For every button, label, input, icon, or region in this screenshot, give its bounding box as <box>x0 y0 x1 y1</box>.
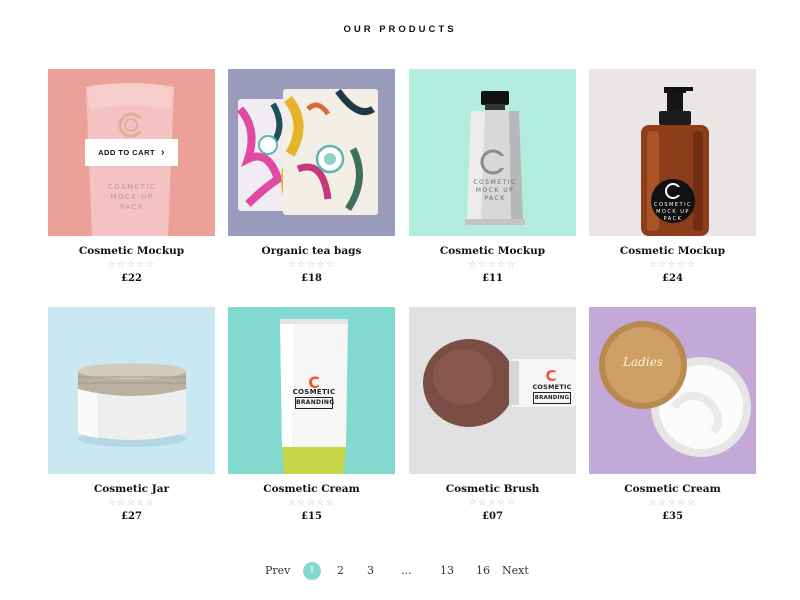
product-label-text: COSMETIC <box>532 383 572 391</box>
product-label-text: Ladies <box>623 355 663 369</box>
product-rating: ☆☆☆☆☆ <box>648 498 697 508</box>
product-name[interactable]: Organic tea bags <box>228 245 395 257</box>
product-price: £18 <box>301 273 322 284</box>
product-rating: ☆☆☆☆☆ <box>468 260 517 270</box>
product-label-text: BRANDING <box>534 395 570 401</box>
product-label-text: COSMETIC MOCK UP PACK <box>107 183 157 211</box>
pagination-page[interactable]: 2 <box>337 564 344 577</box>
product-price: £07 <box>482 511 503 522</box>
product-price: £11 <box>482 273 503 284</box>
product-name[interactable]: Cosmetic Mockup <box>409 245 576 257</box>
product-card[interactable]: Ladies Cosmetic Cream ☆☆☆☆☆ £35 <box>589 307 756 522</box>
product-card[interactable]: COSMETIC MOCK UP PACK Cosmetic Mockup ☆☆☆☆… <box>409 69 576 284</box>
add-to-cart-label: ADD TO CART <box>98 148 156 157</box>
product-rating: ☆☆☆☆☆ <box>107 260 156 270</box>
product-price: £15 <box>301 511 322 522</box>
product-image[interactable]: C COSMETIC BRANDING <box>228 307 395 474</box>
pagination-page[interactable]: 3 <box>367 564 374 577</box>
pagination-page-current[interactable]: 1 <box>303 562 321 580</box>
pagination-ellipsis: ... <box>401 564 412 577</box>
chevron-right-icon: › <box>161 147 165 158</box>
pagination-page[interactable]: 13 <box>440 564 454 577</box>
product-rating: ☆☆☆☆☆ <box>648 260 697 270</box>
product-image[interactable]: COSMETIC MOCK UP PACK <box>409 69 576 236</box>
product-name[interactable]: Cosmetic Mockup <box>589 245 756 257</box>
product-rating: ☆☆☆☆☆ <box>287 498 336 508</box>
product-price: £22 <box>121 273 142 284</box>
product-card[interactable]: C COSMETIC BRANDING Cosmetic Cream ☆☆☆☆☆… <box>228 307 395 522</box>
add-to-cart-button[interactable]: ADD TO CART › <box>85 139 178 166</box>
pagination-page[interactable]: 16 <box>476 564 490 577</box>
product-name[interactable]: Cosmetic Mockup <box>48 245 215 257</box>
section-title: OUR PRODUCTS <box>343 24 457 35</box>
pagination-prev[interactable]: Prev <box>265 564 290 577</box>
product-card[interactable]: Organic tea bags ☆☆☆☆☆ £18 <box>228 69 395 284</box>
product-label-text: BRANDING <box>296 399 335 406</box>
product-rating: ☆☆☆☆☆ <box>107 498 156 508</box>
product-image[interactable] <box>228 69 395 236</box>
product-image[interactable]: C COSMETIC BRANDING <box>409 307 576 474</box>
product-price: £35 <box>662 511 683 522</box>
pagination: Prev 1 2 3 ... 13 16 Next <box>0 562 800 582</box>
product-image[interactable] <box>48 307 215 474</box>
product-image[interactable]: COSMETIC MOCK UP PACK <box>589 69 756 236</box>
product-name[interactable]: Cosmetic Cream <box>228 483 395 495</box>
product-card[interactable]: Cosmetic Jar ☆☆☆☆☆ £27 <box>48 307 215 522</box>
product-image[interactable]: Ladies <box>589 307 756 474</box>
product-price: £27 <box>121 511 142 522</box>
product-card[interactable]: COSMETIC MOCK UP PACK Cosmetic Mockup ☆☆☆☆… <box>589 69 756 284</box>
product-rating: ☆☆☆☆☆ <box>287 260 336 270</box>
product-label-text: COSMETIC <box>292 388 336 396</box>
silver-tube-illustration <box>409 69 576 236</box>
product-price: £24 <box>662 273 683 284</box>
product-card[interactable]: C COSMETIC BRANDING Cosmetic Brush ☆☆☆☆☆… <box>409 307 576 522</box>
pagination-next[interactable]: Next <box>502 564 529 577</box>
product-image[interactable]: COSMETIC MOCK UP PACK ADD TO CART › <box>48 69 215 236</box>
product-rating: ☆☆☆☆☆ <box>468 498 517 508</box>
product-card[interactable]: COSMETIC MOCK UP PACK ADD TO CART › Cosmet… <box>48 69 215 284</box>
product-label-text: COSMETIC MOCK UP PACK <box>473 179 517 202</box>
product-name[interactable]: Cosmetic Brush <box>409 483 576 495</box>
cream-jar-illustration <box>589 307 756 474</box>
product-name[interactable]: Cosmetic Jar <box>48 483 215 495</box>
jar-illustration <box>48 307 215 474</box>
tea-bag-illustration <box>228 69 395 236</box>
product-name[interactable]: Cosmetic Cream <box>589 483 756 495</box>
product-label-text: COSMETIC MOCK UP PACK <box>653 202 693 222</box>
